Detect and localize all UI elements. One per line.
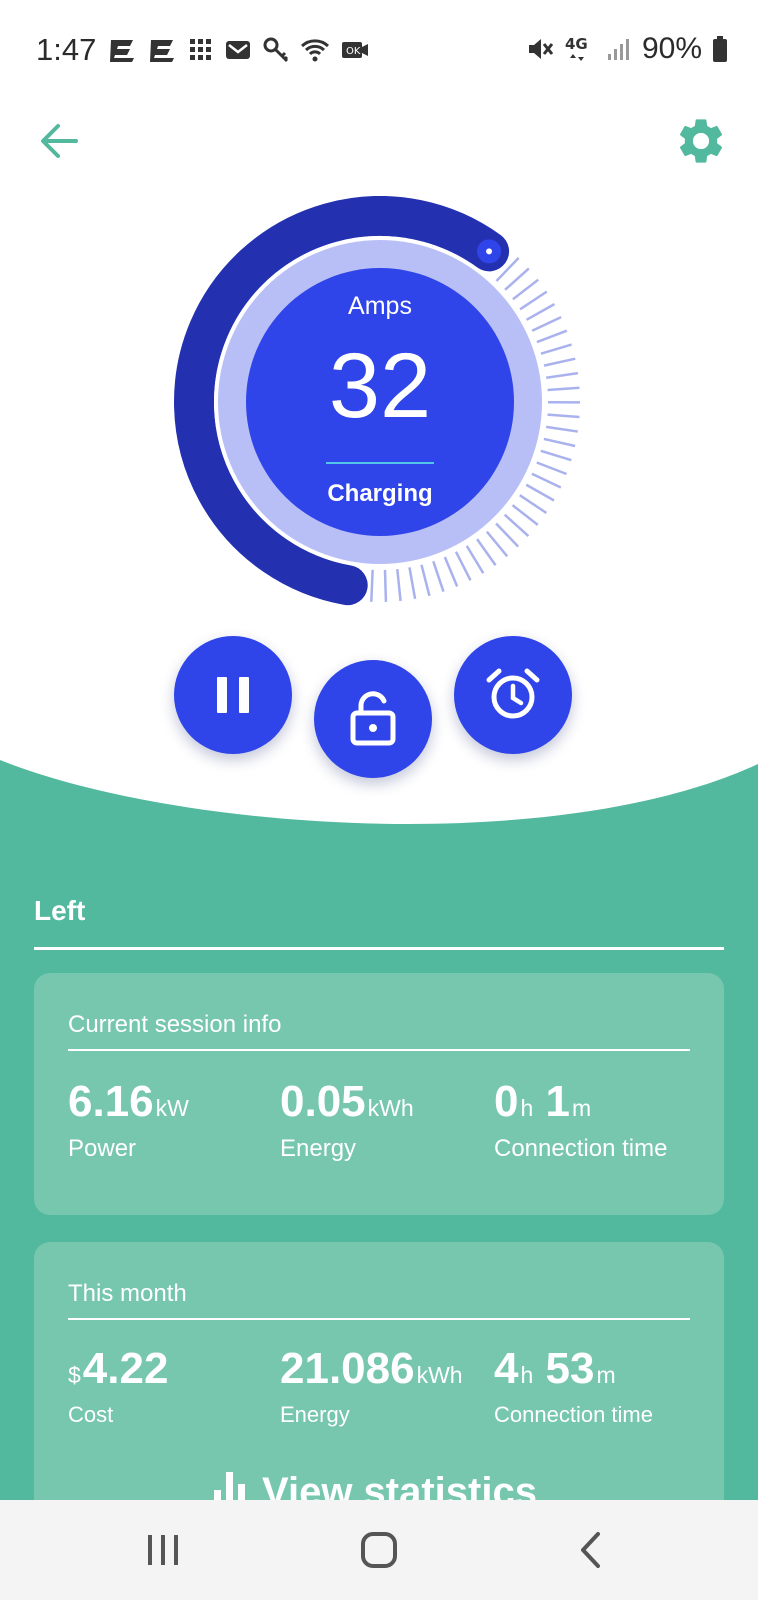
recent-apps-icon (148, 1535, 178, 1565)
cast-icon: OK (342, 42, 368, 58)
unlock-icon (350, 691, 396, 746)
dial-tick (504, 267, 530, 291)
app-notification-icon (110, 40, 134, 62)
alarm-clock-icon (486, 668, 540, 719)
cost-value: 4.22 (82, 1344, 169, 1393)
connection-minutes: 1 (545, 1077, 570, 1126)
network-4g-icon: 4G (565, 35, 588, 61)
card-divider (68, 1049, 690, 1051)
dial-tick (540, 449, 572, 462)
energy-unit: kWh (367, 1095, 414, 1121)
dial-tick (420, 564, 431, 597)
cost-label: Cost (68, 1402, 114, 1427)
card-divider (68, 1318, 690, 1320)
energy-value: 21.086 (280, 1344, 415, 1393)
back-button[interactable] (36, 116, 86, 166)
current-session-card: Current session info 6.16kW Power 0.05kW… (34, 973, 724, 1215)
home-button[interactable] (334, 1520, 424, 1580)
connection-time-label: Connection time (494, 1402, 653, 1427)
dial-tick (485, 530, 509, 558)
battery-percent: 90% (641, 32, 702, 65)
hours-unit: h (520, 1362, 534, 1388)
connection-time-stat: 0h 1m Connection time (494, 1077, 667, 1163)
pause-icon (217, 677, 249, 713)
cost-stat: $4.22 Cost (68, 1344, 168, 1428)
mute-icon (528, 39, 554, 59)
svg-text:OK: OK (346, 46, 361, 57)
minutes-unit: m (572, 1095, 592, 1121)
dial-tick (536, 461, 568, 476)
app-notification-icon (150, 40, 174, 62)
dial-tick (454, 551, 472, 581)
hours-unit: h (520, 1095, 534, 1121)
network-label: 4G (565, 35, 588, 53)
energy-stat: 21.086kWh Energy (280, 1344, 463, 1428)
dial-tick (511, 504, 539, 526)
dial-divider (326, 462, 434, 464)
connection-hours: 0 (494, 1077, 519, 1126)
grid-apps-icon (190, 39, 211, 60)
pause-button[interactable] (174, 636, 292, 754)
energy-label: Energy (280, 1402, 350, 1427)
dial-tick (476, 538, 497, 566)
dial-tick (443, 556, 459, 587)
dial-handle-dot (486, 248, 493, 255)
arrow-back-icon (41, 124, 78, 158)
mail-icon (226, 41, 250, 59)
connection-minutes: 53 (545, 1344, 595, 1393)
signal-icon (607, 39, 629, 60)
dial-tick (396, 568, 402, 602)
minutes-unit: m (596, 1362, 616, 1388)
amps-dial[interactable]: Amps 32 Charging (160, 196, 600, 636)
energy-unit: kWh (416, 1362, 463, 1388)
back-nav-button[interactable] (546, 1520, 636, 1580)
system-icons: 4G 90% (526, 30, 728, 68)
energy-label: Energy (280, 1135, 357, 1162)
dial-tick (543, 437, 576, 448)
energy-value: 0.05 (280, 1077, 366, 1126)
power-label: Power (68, 1135, 137, 1162)
notification-icons: OK (108, 34, 370, 66)
dial-tick (465, 545, 485, 574)
gear-icon (679, 119, 723, 163)
power-value: 6.16 (68, 1077, 154, 1126)
dial-tick (370, 569, 374, 602)
section-divider (34, 947, 724, 950)
dial-tick (408, 567, 417, 600)
chevron-left-icon (581, 1532, 600, 1568)
amps-value: 32 (328, 335, 432, 437)
energy-stat: 0.05kWh Energy (280, 1077, 414, 1163)
section-title: Left (34, 895, 86, 926)
status-time: 1:47 (36, 32, 97, 67)
dial-tick (432, 560, 445, 593)
currency-symbol: $ (68, 1362, 81, 1388)
card-title: This month (68, 1280, 187, 1307)
connection-hours: 4 (494, 1344, 519, 1393)
dial-tick (383, 569, 388, 602)
battery-icon (713, 36, 727, 62)
connection-time-stat: 4h 53m Connection time (494, 1344, 653, 1428)
wifi-icon (300, 39, 330, 62)
dial-tick (495, 522, 520, 548)
view-statistics-button[interactable]: View statistics (212, 1470, 537, 1504)
bar-chart-icon (214, 1472, 245, 1504)
home-icon (361, 1532, 397, 1568)
system-navigation-bar (0, 1500, 758, 1600)
status-bar: 1:47 OK 4G 90% (0, 0, 758, 100)
key-icon (263, 37, 289, 63)
recent-apps-button[interactable] (118, 1520, 208, 1580)
power-unit: kW (155, 1095, 189, 1121)
view-statistics-label: View statistics (262, 1470, 537, 1504)
dial-tick (503, 513, 530, 538)
amps-label: Amps (348, 292, 412, 320)
settings-button[interactable] (674, 114, 728, 168)
connection-time-label: Connection time (494, 1135, 668, 1162)
card-title: Current session info (68, 1011, 282, 1038)
charging-status: Charging (327, 480, 433, 507)
schedule-button[interactable] (454, 636, 572, 754)
power-stat: 6.16kW Power (68, 1077, 189, 1163)
